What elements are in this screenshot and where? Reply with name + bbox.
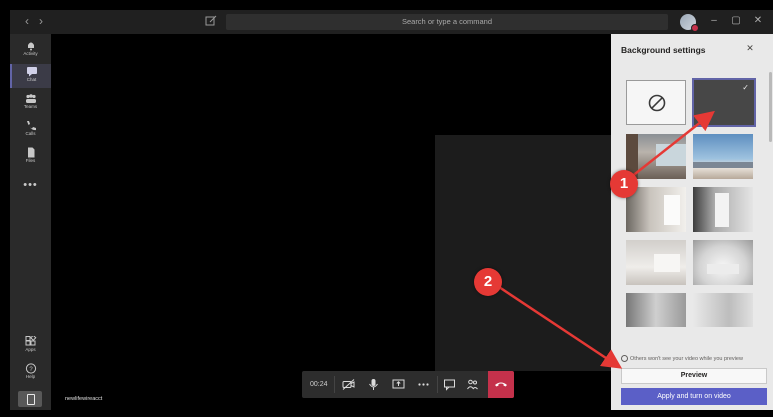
arrow-step-2 [498, 285, 623, 369]
step-marker-2: 2 [474, 268, 502, 296]
annotation-arrows [498, 110, 715, 369]
step-marker-1: 1 [610, 170, 638, 198]
arrow-step-1 [625, 110, 715, 182]
